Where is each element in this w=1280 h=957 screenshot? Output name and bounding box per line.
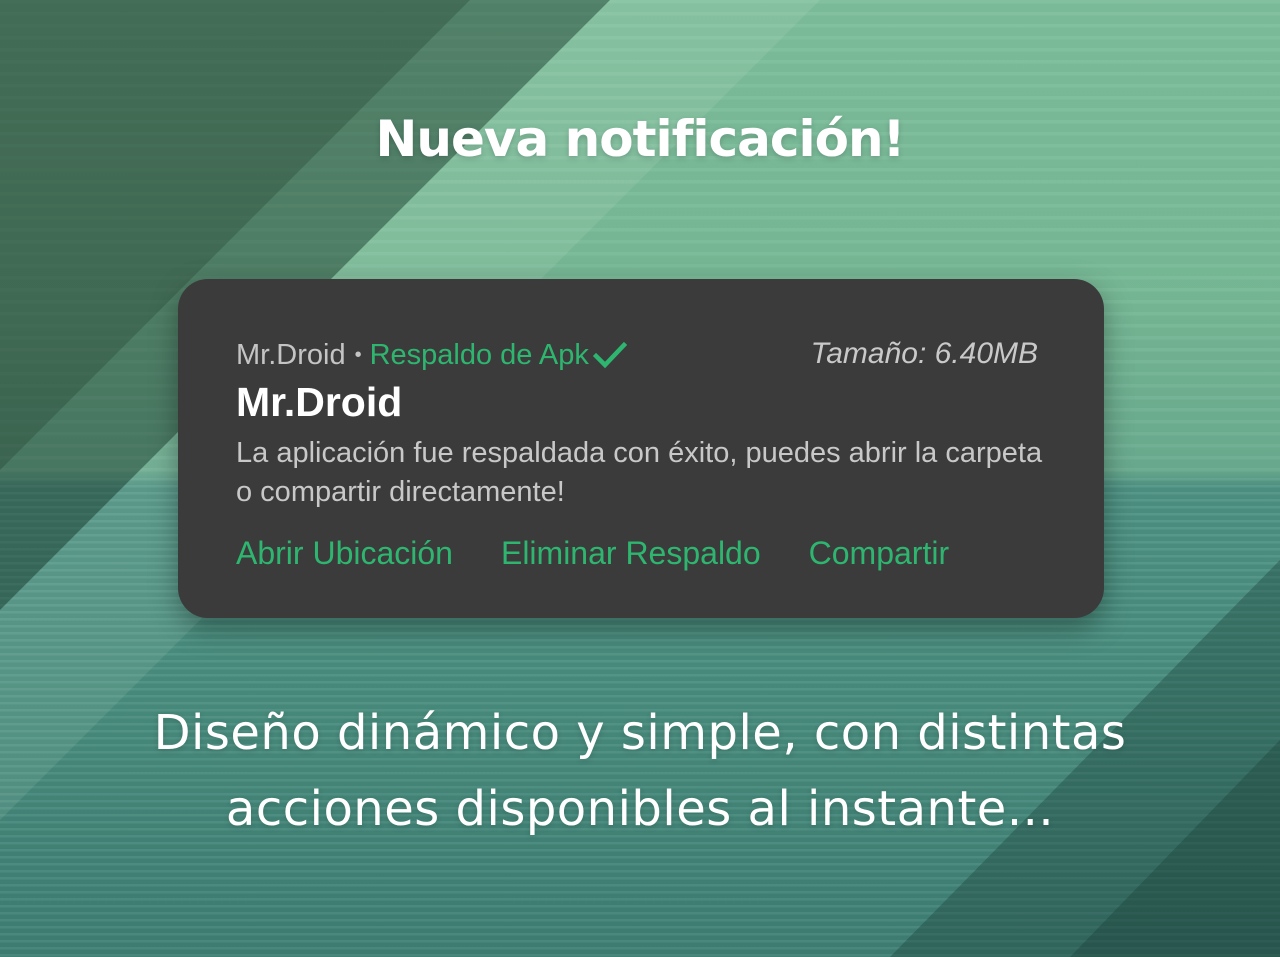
app-name: Mr.Droid <box>236 338 346 371</box>
headline: Nueva notificación! <box>375 110 906 168</box>
notification-body: La aplicación fue respaldada con éxito, … <box>236 437 1043 508</box>
channel-name: Respaldo de Apk <box>369 338 589 371</box>
file-size: Tamaño: 6.40MB <box>810 337 1038 370</box>
notification-title: Mr.Droid <box>236 379 403 425</box>
caption-line-1: Diseño dinámico y simple, con distintas <box>153 705 1127 761</box>
caption-line-2: acciones disponibles al instante... <box>225 781 1055 837</box>
notification-card[interactable]: Mr.Droid • Respaldo de Apk Tamaño: 6.40M… <box>178 279 1104 618</box>
notification-header: Mr.Droid • Respaldo de Apk <box>236 335 627 375</box>
promo-screen: Nueva notificación! Mr.Droid • Respaldo … <box>0 0 1280 957</box>
notification-actions: Abrir Ubicación Eliminar Respaldo Compar… <box>236 533 949 573</box>
share-button[interactable]: Compartir <box>809 535 949 572</box>
header-separator: • <box>354 343 362 366</box>
delete-backup-button[interactable]: Eliminar Respaldo <box>501 535 761 572</box>
check-icon <box>592 341 627 369</box>
caption: Diseño dinámico y simple, con distintas … <box>0 695 1280 847</box>
open-location-button[interactable]: Abrir Ubicación <box>236 535 453 572</box>
